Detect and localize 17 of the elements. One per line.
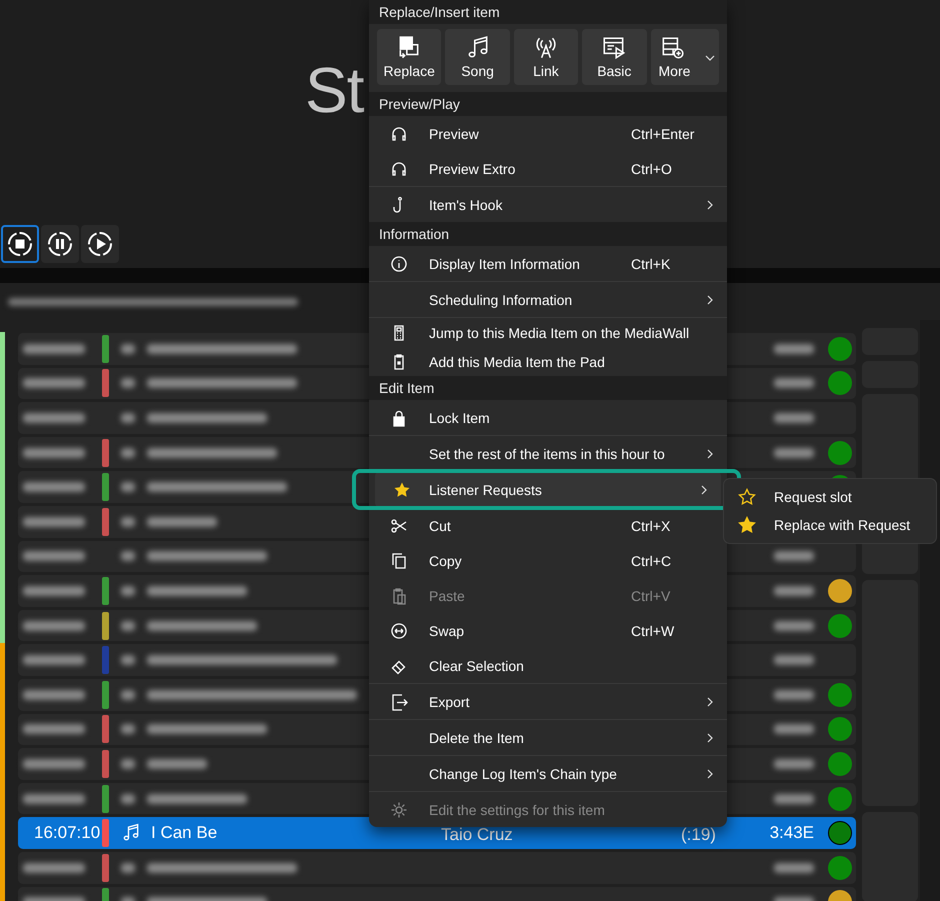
intro-time: (:19) [681, 824, 717, 846]
shortcut-text: Ctrl+C [631, 552, 672, 568]
menu-section-header: Preview/Play [369, 92, 727, 116]
duration-text: 3:43E [768, 823, 814, 844]
shortcut-text: Ctrl+O [631, 160, 673, 176]
menu-section-header: Information [369, 222, 727, 246]
time-text: 16:07:10 [33, 823, 102, 844]
shortcut-text: Ctrl+X [631, 518, 672, 534]
shortcut-text: Ctrl+V [631, 588, 672, 604]
menu-section-header: Edit Item [369, 376, 727, 400]
title-fragment: St [305, 58, 364, 122]
song-title: I Can Be [151, 823, 218, 844]
shortcut-text: Ctrl+K [631, 256, 672, 272]
menu-section-header: Replace/Insert item [369, 0, 727, 24]
shortcut-text: Ctrl+Enter [631, 126, 696, 142]
shortcut-text: Ctrl+W [631, 622, 676, 638]
artist-text: Taio Cruz [441, 824, 514, 846]
